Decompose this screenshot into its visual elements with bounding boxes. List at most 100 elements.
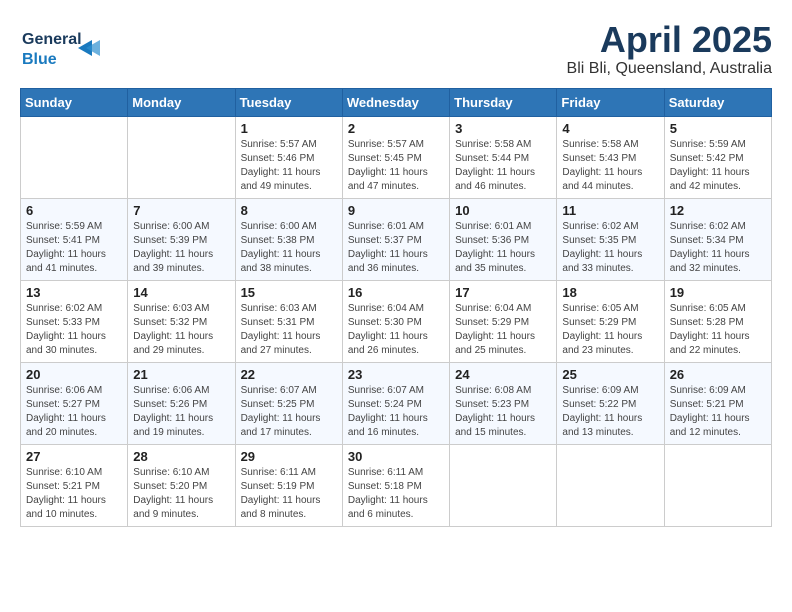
calendar-cell: 7 Sunrise: 6:00 AM Sunset: 5:39 PM Daylig… — [128, 198, 235, 280]
weekday-header-sunday: Sunday — [21, 88, 128, 116]
calendar-cell: 30Sunrise: 6:11 AM Sunset: 5:18 PM Dayli… — [342, 444, 449, 526]
calendar-cell: 1 Sunrise: 5:57 AM Sunset: 5:46 PM Daylig… — [235, 116, 342, 198]
day-info: Sunrise: 6:11 AM Sunset: 5:18 PM Dayligh… — [348, 466, 444, 522]
day-number: 19 — [670, 285, 766, 300]
weekday-header-saturday: Saturday — [664, 88, 771, 116]
weekday-header-tuesday: Tuesday — [235, 88, 342, 116]
calendar-cell: 12Sunrise: 6:02 AM Sunset: 5:34 PM Dayli… — [664, 198, 771, 280]
calendar-cell: 20 Sunrise: 6:06 AM Sunset: 5:27 PM Dayli… — [21, 362, 128, 444]
day-number: 20 — [26, 367, 122, 382]
logo-svg: General Blue — [20, 20, 110, 75]
calendar-cell: 5 Sunrise: 5:59 AM Sunset: 5:42 PM Daylig… — [664, 116, 771, 198]
day-info: Sunrise: 5:57 AM Sunset: 5:46 PM Dayligh… — [241, 138, 337, 194]
calendar-cell: 10Sunrise: 6:01 AM Sunset: 5:36 PM Dayli… — [450, 198, 557, 280]
day-number: 16 — [348, 285, 444, 300]
day-info: Sunrise: 6:00 AM Sunset: 5:39 PM Dayligh… — [133, 220, 229, 276]
day-info: Sunrise: 6:07 AM Sunset: 5:24 PM Dayligh… — [348, 384, 444, 440]
day-info: Sunrise: 5:59 AM Sunset: 5:41 PM Dayligh… — [26, 220, 122, 276]
day-number: 13 — [26, 285, 122, 300]
calendar-cell — [664, 444, 771, 526]
day-number: 25 — [562, 367, 658, 382]
day-info: Sunrise: 6:10 AM Sunset: 5:20 PM Dayligh… — [133, 466, 229, 522]
calendar-week-3: 13 Sunrise: 6:02 AM Sunset: 5:33 PM Dayli… — [21, 280, 772, 362]
day-info: Sunrise: 6:06 AM Sunset: 5:27 PM Dayligh… — [26, 384, 122, 440]
day-info: Sunrise: 6:05 AM Sunset: 5:29 PM Dayligh… — [562, 302, 658, 358]
day-number: 22 — [241, 367, 337, 382]
calendar-cell: 4Sunrise: 5:58 AM Sunset: 5:43 PM Daylig… — [557, 116, 664, 198]
calendar-cell: 16 Sunrise: 6:04 AM Sunset: 5:30 PM Dayli… — [342, 280, 449, 362]
day-number: 29 — [241, 449, 337, 464]
day-number: 8 — [241, 203, 337, 218]
calendar-cell: 8 Sunrise: 6:00 AM Sunset: 5:38 PM Daylig… — [235, 198, 342, 280]
calendar-cell: 25 Sunrise: 6:09 AM Sunset: 5:22 PM Dayli… — [557, 362, 664, 444]
calendar-cell: 26 Sunrise: 6:09 AM Sunset: 5:21 PM Dayli… — [664, 362, 771, 444]
day-info: Sunrise: 6:10 AM Sunset: 5:21 PM Dayligh… — [26, 466, 122, 522]
day-info: Sunrise: 6:08 AM Sunset: 5:23 PM Dayligh… — [455, 384, 551, 440]
day-number: 24 — [455, 367, 551, 382]
day-info: Sunrise: 5:58 AM Sunset: 5:44 PM Dayligh… — [455, 138, 551, 194]
day-number: 4 — [562, 121, 658, 136]
calendar-cell: 6 Sunrise: 5:59 AM Sunset: 5:41 PM Daylig… — [21, 198, 128, 280]
calendar-week-4: 20 Sunrise: 6:06 AM Sunset: 5:27 PM Dayli… — [21, 362, 772, 444]
calendar-cell: 14 Sunrise: 6:03 AM Sunset: 5:32 PM Dayli… — [128, 280, 235, 362]
calendar-table: SundayMondayTuesdayWednesdayThursdayFrid… — [20, 88, 772, 527]
calendar-week-5: 27Sunrise: 6:10 AM Sunset: 5:21 PM Dayli… — [21, 444, 772, 526]
weekday-header-row: SundayMondayTuesdayWednesdayThursdayFrid… — [21, 88, 772, 116]
day-number: 9 — [348, 203, 444, 218]
calendar-cell: 18Sunrise: 6:05 AM Sunset: 5:29 PM Dayli… — [557, 280, 664, 362]
day-number: 11 — [562, 203, 658, 218]
day-number: 21 — [133, 367, 229, 382]
day-info: Sunrise: 6:00 AM Sunset: 5:38 PM Dayligh… — [241, 220, 337, 276]
day-info: Sunrise: 5:59 AM Sunset: 5:42 PM Dayligh… — [670, 138, 766, 194]
day-number: 15 — [241, 285, 337, 300]
weekday-header-friday: Friday — [557, 88, 664, 116]
day-info: Sunrise: 6:07 AM Sunset: 5:25 PM Dayligh… — [241, 384, 337, 440]
day-number: 6 — [26, 203, 122, 218]
weekday-header-thursday: Thursday — [450, 88, 557, 116]
calendar-cell: 2 Sunrise: 5:57 AM Sunset: 5:45 PM Daylig… — [342, 116, 449, 198]
svg-text:Blue: Blue — [22, 51, 57, 68]
calendar-week-2: 6 Sunrise: 5:59 AM Sunset: 5:41 PM Daylig… — [21, 198, 772, 280]
day-info: Sunrise: 6:05 AM Sunset: 5:28 PM Dayligh… — [670, 302, 766, 358]
calendar-cell — [128, 116, 235, 198]
day-info: Sunrise: 6:04 AM Sunset: 5:29 PM Dayligh… — [455, 302, 551, 358]
day-info: Sunrise: 5:57 AM Sunset: 5:45 PM Dayligh… — [348, 138, 444, 194]
day-info: Sunrise: 6:02 AM Sunset: 5:33 PM Dayligh… — [26, 302, 122, 358]
day-info: Sunrise: 6:02 AM Sunset: 5:34 PM Dayligh… — [670, 220, 766, 276]
day-info: Sunrise: 6:03 AM Sunset: 5:32 PM Dayligh… — [133, 302, 229, 358]
calendar-cell — [450, 444, 557, 526]
calendar-cell: 11 Sunrise: 6:02 AM Sunset: 5:35 PM Dayli… — [557, 198, 664, 280]
calendar-cell: 9 Sunrise: 6:01 AM Sunset: 5:37 PM Daylig… — [342, 198, 449, 280]
calendar-cell: 28Sunrise: 6:10 AM Sunset: 5:20 PM Dayli… — [128, 444, 235, 526]
day-number: 1 — [241, 121, 337, 136]
calendar-cell: 29Sunrise: 6:11 AM Sunset: 5:19 PM Dayli… — [235, 444, 342, 526]
calendar-cell — [21, 116, 128, 198]
day-info: Sunrise: 6:06 AM Sunset: 5:26 PM Dayligh… — [133, 384, 229, 440]
day-info: Sunrise: 6:09 AM Sunset: 5:22 PM Dayligh… — [562, 384, 658, 440]
calendar-cell: 22 Sunrise: 6:07 AM Sunset: 5:25 PM Dayli… — [235, 362, 342, 444]
day-number: 3 — [455, 121, 551, 136]
calendar-cell: 23Sunrise: 6:07 AM Sunset: 5:24 PM Dayli… — [342, 362, 449, 444]
day-number: 2 — [348, 121, 444, 136]
day-info: Sunrise: 6:04 AM Sunset: 5:30 PM Dayligh… — [348, 302, 444, 358]
day-number: 17 — [455, 285, 551, 300]
day-info: Sunrise: 6:01 AM Sunset: 5:37 PM Dayligh… — [348, 220, 444, 276]
svg-text:General: General — [22, 31, 82, 48]
day-number: 26 — [670, 367, 766, 382]
day-info: Sunrise: 6:09 AM Sunset: 5:21 PM Dayligh… — [670, 384, 766, 440]
day-number: 14 — [133, 285, 229, 300]
day-info: Sunrise: 6:02 AM Sunset: 5:35 PM Dayligh… — [562, 220, 658, 276]
calendar-week-1: 1 Sunrise: 5:57 AM Sunset: 5:46 PM Daylig… — [21, 116, 772, 198]
day-number: 5 — [670, 121, 766, 136]
calendar-cell — [557, 444, 664, 526]
calendar-cell: 27Sunrise: 6:10 AM Sunset: 5:21 PM Dayli… — [21, 444, 128, 526]
calendar-cell: 15Sunrise: 6:03 AM Sunset: 5:31 PM Dayli… — [235, 280, 342, 362]
title-block: April 2025 Bli Bli, Queensland, Australi… — [567, 20, 772, 78]
calendar-cell: 13 Sunrise: 6:02 AM Sunset: 5:33 PM Dayli… — [21, 280, 128, 362]
logo: General Blue — [20, 20, 110, 75]
month-title: April 2025 — [567, 20, 772, 60]
calendar-cell: 17 Sunrise: 6:04 AM Sunset: 5:29 PM Dayli… — [450, 280, 557, 362]
calendar-cell: 3 Sunrise: 5:58 AM Sunset: 5:44 PM Daylig… — [450, 116, 557, 198]
day-number: 7 — [133, 203, 229, 218]
calendar-cell: 21 Sunrise: 6:06 AM Sunset: 5:26 PM Dayli… — [128, 362, 235, 444]
